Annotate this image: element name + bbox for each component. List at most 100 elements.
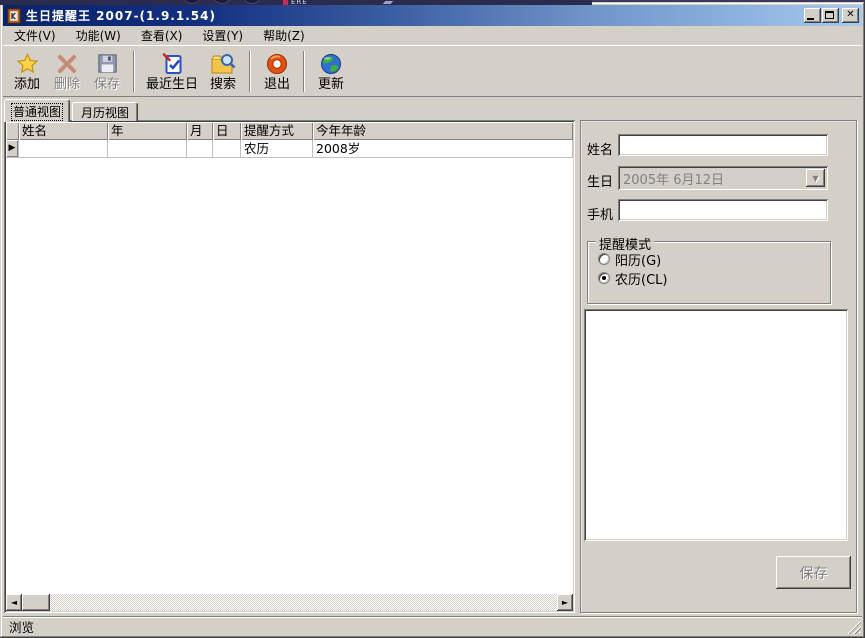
close-button[interactable]: ✕	[842, 8, 859, 23]
star-icon	[15, 51, 40, 76]
scroll-left-icon: ◄	[11, 598, 17, 607]
menu-file[interactable]: 文件(V)	[7, 25, 63, 46]
tab-calendar-view-label: 月历视图	[81, 106, 129, 120]
toolbar-separator	[249, 51, 251, 92]
search-button[interactable]: 搜索	[203, 48, 243, 95]
name-field[interactable]	[618, 134, 828, 156]
grid-header-month[interactable]: 月	[187, 122, 213, 140]
resize-grip[interactable]	[847, 620, 861, 634]
maximize-icon	[825, 11, 834, 19]
toolbar-separator	[133, 51, 135, 92]
status-text: 浏览	[9, 617, 34, 636]
save-toolbar-button[interactable]: 保存	[87, 48, 127, 95]
radio-lunar[interactable]: 农历(CL)	[598, 270, 667, 286]
exit-ring-icon	[265, 51, 289, 76]
scroll-right-icon: ►	[562, 598, 568, 607]
add-label: 添加	[14, 77, 40, 93]
birthday-label: 生日	[587, 171, 613, 190]
tab-normal-view-label: 普通视图	[13, 105, 61, 119]
statusbar: 浏览	[3, 616, 862, 635]
folder-search-icon	[210, 51, 237, 76]
cell-remind-mode[interactable]: 农历	[241, 140, 313, 158]
minimize-button[interactable]	[804, 8, 821, 23]
grid-header-day[interactable]: 日	[213, 122, 241, 140]
horizontal-scrollbar[interactable]: ◄ ►	[6, 594, 573, 611]
cell-age[interactable]: 2008岁	[313, 140, 573, 158]
background-slash-icon	[383, 1, 394, 4]
view-tabs: 普通视图 月历视图	[4, 98, 140, 121]
radio-icon	[598, 253, 610, 265]
cell-name[interactable]	[19, 140, 108, 158]
tab-normal-view[interactable]: 普通视图	[4, 99, 70, 122]
cell-day[interactable]	[213, 140, 241, 158]
birthday-value: 2005年 6月12日	[618, 169, 806, 188]
notes-listbox[interactable]	[584, 309, 848, 541]
dropdown-button[interactable]: ▼	[806, 169, 825, 187]
phone-field[interactable]	[618, 199, 828, 221]
update-label: 更新	[318, 77, 344, 93]
save-button-label: 保存	[800, 563, 828, 583]
chevron-down-icon: ▼	[812, 174, 818, 183]
name-label: 姓名	[587, 139, 613, 158]
scroll-left-button[interactable]: ◄	[6, 594, 22, 611]
scrollbar-thumb[interactable]	[22, 594, 50, 611]
background-red-icon	[283, 0, 288, 5]
remind-mode-group: 提醒模式 阳历(G) 农历(CL)	[587, 241, 831, 304]
grid-header-age[interactable]: 今年年龄	[313, 122, 573, 140]
menu-functions[interactable]: 功能(W)	[69, 25, 128, 46]
radio-lunar-label: 农历(CL)	[615, 269, 667, 288]
window-controls: ✕	[803, 8, 859, 23]
radio-checked-icon	[598, 272, 610, 284]
toolbar-separator	[303, 51, 305, 92]
grid-header-name[interactable]: 姓名	[19, 122, 108, 140]
grid-header-row: 姓名 年 月 日 提醒方式 今年年龄	[6, 122, 573, 140]
menu-settings[interactable]: 设置(Y)	[195, 25, 250, 46]
delete-x-icon	[55, 51, 79, 76]
cell-month[interactable]	[187, 140, 213, 158]
radio-solar[interactable]: 阳历(G)	[598, 251, 661, 267]
grid-empty-area	[6, 158, 573, 594]
minimize-icon	[807, 18, 814, 20]
phone-label: 手机	[587, 204, 613, 223]
background-fragment-text: ERE	[291, 0, 308, 5]
scrollbar-track[interactable]	[50, 594, 557, 611]
background-window-fragment: ERE	[0, 0, 592, 5]
search-label: 搜索	[210, 77, 236, 93]
scroll-right-button[interactable]: ►	[557, 594, 573, 611]
window-title: 生日提醒王 2007-(1.9.1.54)	[26, 7, 216, 24]
screen: ERE 生日提醒王 2007-(1.9.1.54) ✕ 文件(V) 功能(W	[0, 0, 865, 638]
grid-header-year[interactable]: 年	[108, 122, 187, 140]
titlebar[interactable]: 生日提醒王 2007-(1.9.1.54) ✕	[3, 5, 862, 26]
menu-view[interactable]: 查看(X)	[134, 25, 190, 46]
birthday-grid: 姓名 年 月 日 提醒方式 今年年龄 ▶ 农历 2008岁 ◄	[4, 120, 575, 613]
edit-panel: 姓名 生日 2005年 6月12日 ▼ 手机 提醒模式 阳历(G) 农历(CL)	[580, 120, 857, 613]
app-window: 生日提醒王 2007-(1.9.1.54) ✕ 文件(V) 功能(W) 查看(X…	[0, 2, 865, 638]
grid-header-remind-mode[interactable]: 提醒方式	[241, 122, 313, 140]
grid-header-selector	[6, 122, 19, 140]
update-button[interactable]: 更新	[311, 48, 351, 95]
radio-solar-label: 阳历(G)	[615, 250, 661, 269]
tab-calendar-view[interactable]: 月历视图	[72, 102, 138, 121]
recent-birthday-button[interactable]: 最近生日	[141, 48, 203, 95]
row-selector-cell[interactable]: ▶	[6, 140, 19, 158]
save-toolbar-label: 保存	[94, 77, 120, 93]
current-row-marker-icon: ▶	[9, 144, 16, 153]
maximize-button[interactable]	[822, 8, 839, 23]
exit-button[interactable]: 退出	[257, 48, 297, 95]
menu-help[interactable]: 帮助(Z)	[256, 25, 312, 46]
close-icon: ✕	[842, 8, 859, 22]
cell-year[interactable]	[108, 140, 187, 158]
app-icon	[6, 8, 22, 24]
background-circle-icon	[212, 0, 232, 4]
birthday-dropdown[interactable]: 2005年 6月12日 ▼	[618, 166, 828, 190]
delete-button[interactable]: 删除	[47, 48, 87, 95]
exit-label: 退出	[264, 77, 290, 93]
add-button[interactable]: 添加	[7, 48, 47, 95]
globe-icon	[319, 51, 343, 76]
save-button[interactable]: 保存	[776, 556, 851, 589]
toolbar: 添加 删除 保存 最近生日	[3, 45, 862, 97]
table-row[interactable]: ▶ 农历 2008岁	[6, 140, 573, 158]
recent-birthday-label: 最近生日	[146, 77, 198, 93]
menubar: 文件(V) 功能(W) 查看(X) 设置(Y) 帮助(Z)	[3, 26, 862, 45]
background-circle-icon	[242, 0, 262, 4]
